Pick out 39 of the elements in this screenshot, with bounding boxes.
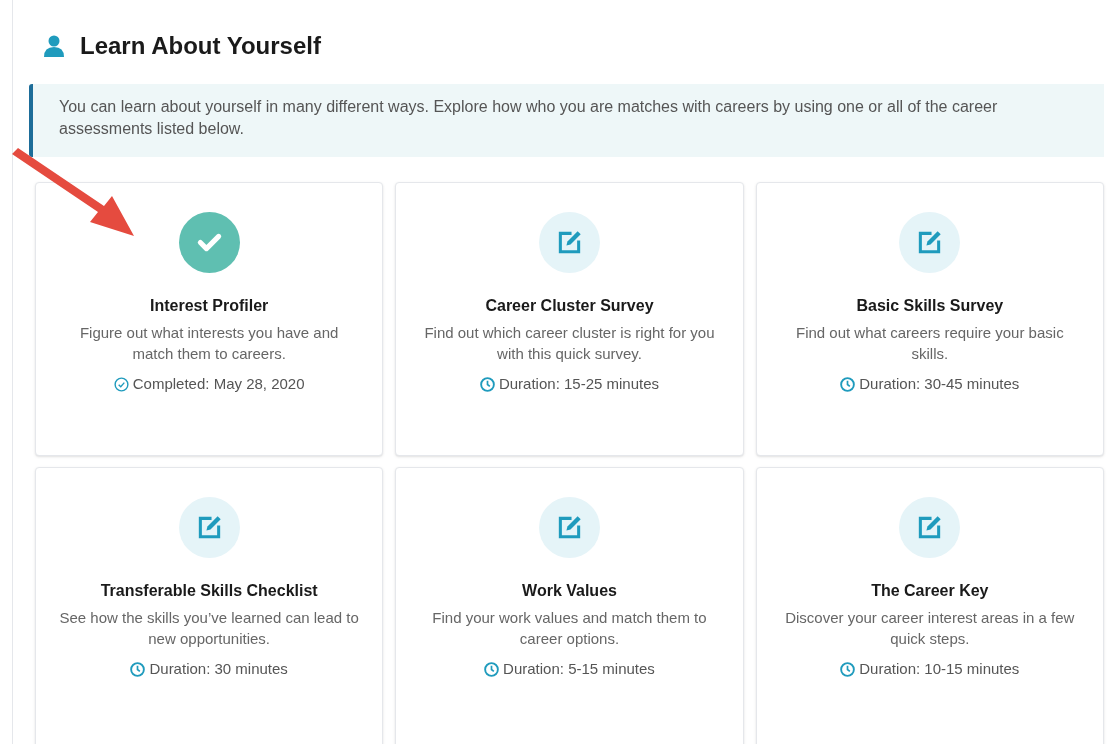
assessment-title: Career Cluster Survey <box>485 296 654 316</box>
edit-badge-icon <box>539 212 600 273</box>
assessment-title: The Career Key <box>871 581 989 601</box>
assessment-card[interactable]: Transferable Skills Checklist See how the skills you’ve learned can lead to new opportunities. Duration: 30 minutes <box>35 467 384 744</box>
assessment-status: Duration: 5-15 minutes <box>503 659 655 679</box>
edit-badge-icon <box>178 497 240 558</box>
assessment-description: Figure out what interests you have and match them to careers. <box>78 323 340 364</box>
clock-icon <box>479 376 495 392</box>
edit-badge-icon <box>899 497 961 558</box>
edit-badge-icon <box>539 497 600 558</box>
assessment-card[interactable]: The Career Key Discover your career interest areas in a few quick steps. Duration: 10-15 minutes <box>755 467 1104 744</box>
assessment-status: Duration: 10-15 minutes <box>859 659 1020 679</box>
assessment-status: Duration: 15-25 minutes <box>498 374 660 394</box>
assessment-card[interactable]: Interest Profiler Figure out what interests you have and match them to careers. Completed: May 28, 2020 <box>35 182 384 456</box>
clock-icon <box>840 661 856 677</box>
assessment-card[interactable]: Career Cluster Survey Find out which career cluster is right for you with this quick survey. Duration: 15-25 minutes <box>395 182 744 456</box>
assessment-status: Duration: 30-45 minutes <box>859 374 1020 394</box>
assessment-status: Completed: May 28, 2020 <box>132 374 305 394</box>
clock-icon <box>840 376 856 392</box>
edit-badge-icon <box>899 212 961 273</box>
assessment-title: Basic Skills Survey <box>856 296 1004 316</box>
clock-icon <box>130 661 146 677</box>
assessment-description: Discover your career interest areas in a few quick steps. <box>784 608 1076 649</box>
assessment-title: Interest Profiler <box>150 296 269 316</box>
assessment-description: See how the skills you’ve learned can lead to new opportunities. <box>59 608 360 649</box>
assessment-description: Find your work values and match them to career options. <box>431 608 708 649</box>
assessment-description: Find out what careers require your basic skills. <box>795 323 1065 364</box>
check-circle-icon <box>113 376 129 392</box>
intro-text: You can learn about yourself in many different ways. Explore how who you are matches with careers by using one or all of the career assessments listed below. <box>59 97 999 139</box>
assessment-card[interactable]: Work Values Find your work values and match them to career options. Duration: 5-15 minutes <box>395 467 744 744</box>
assessment-status: Duration: 30 minutes <box>149 659 288 679</box>
assessment-description: Find out which career cluster is right for you with this quick survey. <box>423 323 716 364</box>
page-heading: Learn About Yourself <box>80 31 321 61</box>
assessment-title: Transferable Skills Checklist <box>100 581 318 601</box>
assessment-card[interactable]: Basic Skills Survey Find out what careers require your basic skills. Duration: 30-45 minutes <box>755 182 1104 456</box>
checkmark-badge-icon <box>178 212 240 273</box>
person-icon <box>44 35 64 57</box>
clock-icon <box>484 661 500 677</box>
assessment-title: Work Values <box>522 581 617 601</box>
